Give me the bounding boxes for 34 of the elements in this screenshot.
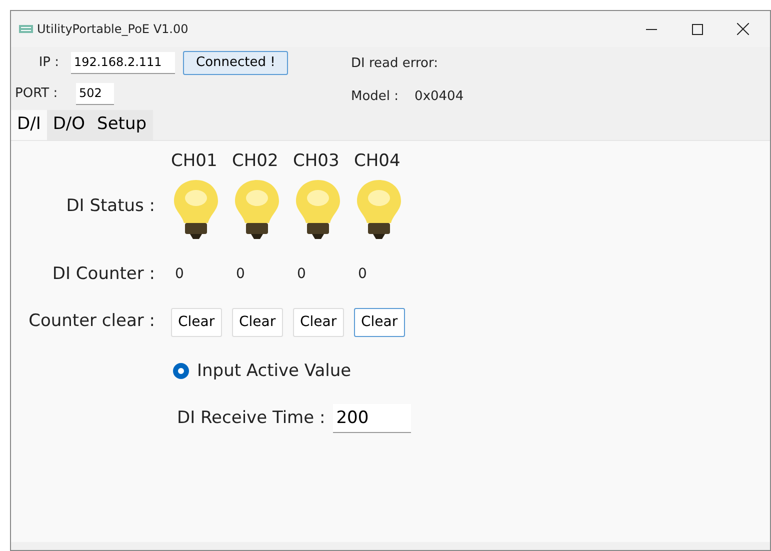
ip-field[interactable]: 192.168.2.111 bbox=[71, 52, 175, 74]
error-label: DI read error: bbox=[351, 55, 440, 73]
window-title: UtilityPortable_PoE V1.00 bbox=[37, 21, 188, 38]
counter-value: 0 bbox=[357, 266, 367, 282]
clear-button[interactable]: Clear bbox=[293, 308, 344, 336]
close-icon bbox=[737, 23, 749, 35]
ip-label: IP : bbox=[38, 54, 60, 72]
counter-value: 0 bbox=[296, 266, 306, 282]
tab[interactable]: Setup bbox=[91, 110, 153, 140]
clear-button[interactable]: Clear bbox=[232, 308, 283, 336]
port-label: PORT : bbox=[15, 84, 59, 103]
radio-label: Input Active Value bbox=[197, 360, 352, 382]
maximize-icon bbox=[692, 24, 702, 34]
counter-value: 0 bbox=[174, 266, 184, 282]
channel-label: CH02 bbox=[232, 150, 278, 170]
receive-time-field[interactable]: 200 bbox=[333, 404, 412, 433]
model-value: 0x0404 bbox=[414, 88, 464, 106]
model-label: Model : bbox=[351, 88, 399, 106]
port-field[interactable]: 502 bbox=[76, 82, 114, 104]
counter-label: DI Counter : bbox=[52, 264, 155, 284]
app-icon bbox=[19, 25, 33, 33]
clear-button[interactable]: Clear bbox=[171, 308, 222, 336]
tab[interactable]: D/I bbox=[11, 110, 47, 140]
channel-label: CH03 bbox=[293, 150, 340, 170]
channel-label: CH01 bbox=[171, 150, 218, 170]
clear-button[interactable]: Clear bbox=[354, 308, 405, 336]
counter-clear-label: Counter clear : bbox=[28, 311, 155, 332]
channel-label: CH04 bbox=[354, 150, 400, 170]
radio-button[interactable] bbox=[173, 363, 189, 380]
counter-value: 0 bbox=[235, 266, 245, 282]
receive-time-label: DI Receive Time : bbox=[177, 406, 326, 430]
status-label: DI Status : bbox=[66, 196, 155, 216]
tab[interactable]: D/O bbox=[46, 110, 92, 140]
connect-button[interactable]: Connected ! bbox=[183, 51, 288, 74]
